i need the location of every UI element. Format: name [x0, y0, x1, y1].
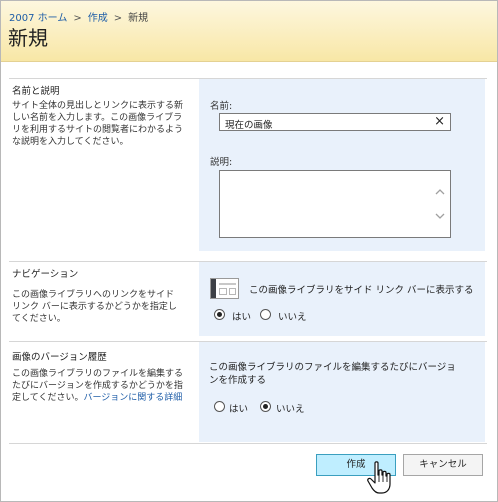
version-no-label[interactable]: いいえ: [276, 401, 305, 415]
navigation-no-radio[interactable]: [260, 309, 271, 320]
navigation-panel: [199, 262, 485, 336]
navigation-yes-radio[interactable]: [214, 309, 225, 320]
version-detail-link[interactable]: バージョンに関する詳細: [83, 393, 182, 403]
cancel-button[interactable]: キャンセル: [403, 454, 483, 476]
version-yes-label[interactable]: はい: [229, 401, 248, 415]
name-input[interactable]: 現在の画像 ×: [219, 113, 451, 131]
version-section-title: 画像のバージョン履歴: [12, 352, 107, 363]
chevron-down-icon[interactable]: [435, 211, 445, 221]
version-yes-radio[interactable]: [214, 401, 225, 412]
dialog-frame: 2007 ホーム > 作成 > 新規 新規 名前と説明 サイト全体の見出しとリンクに表示…: [0, 0, 498, 502]
breadcrumb-create-link[interactable]: 作成: [88, 13, 108, 24]
navigation-section-title: ナビゲーション: [12, 269, 79, 280]
page-title: 新規: [8, 26, 48, 50]
close-icon[interactable]: ×: [434, 114, 445, 130]
page-header: 2007 ホーム > 作成 > 新規 新規: [1, 1, 497, 62]
breadcrumb-current: 新規: [128, 13, 149, 24]
navigation-yes-label[interactable]: はい: [232, 309, 251, 323]
chevron-up-icon[interactable]: [435, 187, 445, 197]
navigation-section-description: この画像ライブラリへのリンクをサイド リンク バーに表示するかどうかを指定してく…: [12, 290, 177, 324]
name-label: 名前:: [210, 101, 233, 112]
navigation-option-text: この画像ライブラリをサイド リンク バーに表示する: [249, 285, 474, 296]
name-input-value: 現在の画像: [225, 120, 273, 131]
section-divider: [9, 443, 487, 444]
description-label: 説明:: [210, 157, 233, 168]
hand-pointer-icon: [367, 461, 391, 494]
name-section-title: 名前と説明: [12, 86, 60, 97]
version-option-text: この画像ライブラリのファイルを編集するたびにバージョンを作成する: [209, 362, 456, 386]
navigation-no-label[interactable]: いいえ: [278, 309, 307, 323]
version-no-radio[interactable]: [260, 401, 271, 412]
description-textarea[interactable]: [219, 170, 451, 238]
breadcrumb-separator: >: [73, 13, 82, 24]
breadcrumb-separator: >: [113, 13, 123, 24]
name-section-description: サイト全体の見出しとリンクに表示する新しい名前を入力します。この画像ライブラリを…: [12, 101, 184, 147]
version-panel: [199, 342, 485, 442]
side-link-bar-icon: [210, 278, 239, 299]
